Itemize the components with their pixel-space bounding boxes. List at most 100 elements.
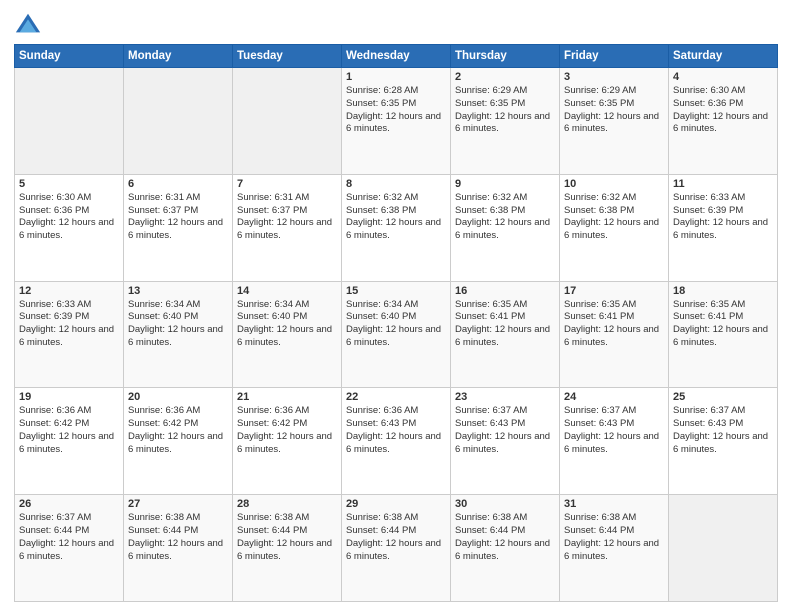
calendar-cell: 25 Sunrise: 6:37 AM Sunset: 6:43 PM Dayli… bbox=[669, 388, 778, 495]
day-number: 30 bbox=[455, 498, 555, 510]
calendar-cell: 29Sunrise: 6:38 AM Sunset: 6:44 PM Dayli… bbox=[342, 495, 451, 602]
day-number: 13 bbox=[128, 285, 228, 297]
calendar-cell: 21 Sunrise: 6:36 AM Sunset: 6:42 PM Dayli… bbox=[233, 388, 342, 495]
cell-sun-info: Sunrise: 6:36 AM Sunset: 6:42 PM Dayligh… bbox=[19, 405, 119, 456]
calendar-header-tuesday: Tuesday bbox=[233, 45, 342, 68]
logo bbox=[14, 10, 46, 38]
calendar-cell: 19 Sunrise: 6:36 AM Sunset: 6:42 PM Dayli… bbox=[15, 388, 124, 495]
calendar-header-sunday: Sunday bbox=[15, 45, 124, 68]
cell-sun-info: Sunrise: 6:31 AM Sunset: 6:37 PM Dayligh… bbox=[237, 192, 337, 243]
cell-sun-info: Sunrise: 6:33 AM Sunset: 6:39 PM Dayligh… bbox=[19, 299, 119, 350]
calendar-week-row: 1 Sunrise: 6:28 AM Sunset: 6:35 PM Daylig… bbox=[15, 68, 778, 175]
calendar-cell: 5Sunrise: 6:30 AM Sunset: 6:36 PM Daylig… bbox=[15, 174, 124, 281]
day-number: 15 bbox=[346, 285, 446, 297]
calendar-table: SundayMondayTuesdayWednesdayThursdayFrid… bbox=[14, 44, 778, 602]
cell-sun-info: Sunrise: 6:37 AM Sunset: 6:43 PM Dayligh… bbox=[564, 405, 664, 456]
day-number: 7 bbox=[237, 178, 337, 190]
day-number: 23 bbox=[455, 391, 555, 403]
cell-sun-info: Sunrise: 6:38 AM Sunset: 6:44 PM Dayligh… bbox=[564, 512, 664, 563]
cell-sun-info: Sunrise: 6:38 AM Sunset: 6:44 PM Dayligh… bbox=[455, 512, 555, 563]
calendar-cell: 22 Sunrise: 6:36 AM Sunset: 6:43 PM Dayli… bbox=[342, 388, 451, 495]
cell-sun-info: Sunrise: 6:32 AM Sunset: 6:38 PM Dayligh… bbox=[455, 192, 555, 243]
cell-sun-info: Sunrise: 6:38 AM Sunset: 6:44 PM Dayligh… bbox=[237, 512, 337, 563]
calendar-cell: 20 Sunrise: 6:36 AM Sunset: 6:42 PM Dayli… bbox=[124, 388, 233, 495]
logo-icon bbox=[14, 10, 42, 38]
calendar-cell: 7 Sunrise: 6:31 AM Sunset: 6:37 PM Daylig… bbox=[233, 174, 342, 281]
day-number: 3 bbox=[564, 71, 664, 83]
calendar-cell: 23 Sunrise: 6:37 AM Sunset: 6:43 PM Dayli… bbox=[451, 388, 560, 495]
day-number: 12 bbox=[19, 285, 119, 297]
cell-sun-info: Sunrise: 6:32 AM Sunset: 6:38 PM Dayligh… bbox=[564, 192, 664, 243]
calendar-cell: 31Sunrise: 6:38 AM Sunset: 6:44 PM Dayli… bbox=[560, 495, 669, 602]
calendar-cell: 30 Sunrise: 6:38 AM Sunset: 6:44 PM Dayli… bbox=[451, 495, 560, 602]
day-number: 6 bbox=[128, 178, 228, 190]
day-number: 10 bbox=[564, 178, 664, 190]
day-number: 27 bbox=[128, 498, 228, 510]
cell-sun-info: Sunrise: 6:31 AM Sunset: 6:37 PM Dayligh… bbox=[128, 192, 228, 243]
calendar-header-wednesday: Wednesday bbox=[342, 45, 451, 68]
day-number: 1 bbox=[346, 71, 446, 83]
calendar-week-row: 19 Sunrise: 6:36 AM Sunset: 6:42 PM Dayli… bbox=[15, 388, 778, 495]
calendar-cell bbox=[233, 68, 342, 175]
cell-sun-info: Sunrise: 6:33 AM Sunset: 6:39 PM Dayligh… bbox=[673, 192, 773, 243]
day-number: 20 bbox=[128, 391, 228, 403]
calendar-cell: 8 Sunrise: 6:32 AM Sunset: 6:38 PM Daylig… bbox=[342, 174, 451, 281]
calendar-cell: 6 Sunrise: 6:31 AM Sunset: 6:37 PM Daylig… bbox=[124, 174, 233, 281]
calendar-week-row: 12 Sunrise: 6:33 AM Sunset: 6:39 PM Dayli… bbox=[15, 281, 778, 388]
calendar-cell: 4Sunrise: 6:30 AM Sunset: 6:36 PM Daylig… bbox=[669, 68, 778, 175]
cell-sun-info: Sunrise: 6:35 AM Sunset: 6:41 PM Dayligh… bbox=[673, 299, 773, 350]
cell-sun-info: Sunrise: 6:34 AM Sunset: 6:40 PM Dayligh… bbox=[128, 299, 228, 350]
calendar-header-saturday: Saturday bbox=[669, 45, 778, 68]
calendar-cell: 26 Sunrise: 6:37 AM Sunset: 6:44 PM Dayli… bbox=[15, 495, 124, 602]
cell-sun-info: Sunrise: 6:30 AM Sunset: 6:36 PM Dayligh… bbox=[673, 85, 773, 136]
calendar-header-thursday: Thursday bbox=[451, 45, 560, 68]
calendar-header-friday: Friday bbox=[560, 45, 669, 68]
calendar-header-row: SundayMondayTuesdayWednesdayThursdayFrid… bbox=[15, 45, 778, 68]
calendar-cell bbox=[15, 68, 124, 175]
header bbox=[14, 10, 778, 38]
cell-sun-info: Sunrise: 6:35 AM Sunset: 6:41 PM Dayligh… bbox=[564, 299, 664, 350]
calendar-cell: 16 Sunrise: 6:35 AM Sunset: 6:41 PM Dayli… bbox=[451, 281, 560, 388]
day-number: 19 bbox=[19, 391, 119, 403]
calendar-cell: 2Sunrise: 6:29 AM Sunset: 6:35 PM Daylig… bbox=[451, 68, 560, 175]
day-number: 24 bbox=[564, 391, 664, 403]
day-number: 8 bbox=[346, 178, 446, 190]
cell-sun-info: Sunrise: 6:37 AM Sunset: 6:43 PM Dayligh… bbox=[673, 405, 773, 456]
calendar-cell: 3 Sunrise: 6:29 AM Sunset: 6:35 PM Daylig… bbox=[560, 68, 669, 175]
day-number: 5 bbox=[19, 178, 119, 190]
cell-sun-info: Sunrise: 6:36 AM Sunset: 6:42 PM Dayligh… bbox=[237, 405, 337, 456]
cell-sun-info: Sunrise: 6:29 AM Sunset: 6:35 PM Dayligh… bbox=[564, 85, 664, 136]
calendar-cell bbox=[669, 495, 778, 602]
calendar-cell: 17 Sunrise: 6:35 AM Sunset: 6:41 PM Dayli… bbox=[560, 281, 669, 388]
calendar-cell: 28 Sunrise: 6:38 AM Sunset: 6:44 PM Dayli… bbox=[233, 495, 342, 602]
cell-sun-info: Sunrise: 6:36 AM Sunset: 6:42 PM Dayligh… bbox=[128, 405, 228, 456]
cell-sun-info: Sunrise: 6:29 AM Sunset: 6:35 PM Dayligh… bbox=[455, 85, 555, 136]
calendar-cell: 12 Sunrise: 6:33 AM Sunset: 6:39 PM Dayli… bbox=[15, 281, 124, 388]
day-number: 17 bbox=[564, 285, 664, 297]
day-number: 14 bbox=[237, 285, 337, 297]
calendar-week-row: 5Sunrise: 6:30 AM Sunset: 6:36 PM Daylig… bbox=[15, 174, 778, 281]
day-number: 25 bbox=[673, 391, 773, 403]
calendar-header-monday: Monday bbox=[124, 45, 233, 68]
calendar-cell: 10 Sunrise: 6:32 AM Sunset: 6:38 PM Dayli… bbox=[560, 174, 669, 281]
day-number: 26 bbox=[19, 498, 119, 510]
cell-sun-info: Sunrise: 6:37 AM Sunset: 6:44 PM Dayligh… bbox=[19, 512, 119, 563]
day-number: 9 bbox=[455, 178, 555, 190]
calendar-cell: 18Sunrise: 6:35 AM Sunset: 6:41 PM Dayli… bbox=[669, 281, 778, 388]
calendar-week-row: 26 Sunrise: 6:37 AM Sunset: 6:44 PM Dayli… bbox=[15, 495, 778, 602]
cell-sun-info: Sunrise: 6:37 AM Sunset: 6:43 PM Dayligh… bbox=[455, 405, 555, 456]
page: SundayMondayTuesdayWednesdayThursdayFrid… bbox=[0, 0, 792, 612]
cell-sun-info: Sunrise: 6:34 AM Sunset: 6:40 PM Dayligh… bbox=[346, 299, 446, 350]
day-number: 28 bbox=[237, 498, 337, 510]
calendar-cell: 9 Sunrise: 6:32 AM Sunset: 6:38 PM Daylig… bbox=[451, 174, 560, 281]
calendar-cell: 1 Sunrise: 6:28 AM Sunset: 6:35 PM Daylig… bbox=[342, 68, 451, 175]
cell-sun-info: Sunrise: 6:32 AM Sunset: 6:38 PM Dayligh… bbox=[346, 192, 446, 243]
day-number: 16 bbox=[455, 285, 555, 297]
calendar-cell: 11Sunrise: 6:33 AM Sunset: 6:39 PM Dayli… bbox=[669, 174, 778, 281]
day-number: 21 bbox=[237, 391, 337, 403]
cell-sun-info: Sunrise: 6:28 AM Sunset: 6:35 PM Dayligh… bbox=[346, 85, 446, 136]
cell-sun-info: Sunrise: 6:36 AM Sunset: 6:43 PM Dayligh… bbox=[346, 405, 446, 456]
cell-sun-info: Sunrise: 6:38 AM Sunset: 6:44 PM Dayligh… bbox=[128, 512, 228, 563]
cell-sun-info: Sunrise: 6:35 AM Sunset: 6:41 PM Dayligh… bbox=[455, 299, 555, 350]
day-number: 22 bbox=[346, 391, 446, 403]
